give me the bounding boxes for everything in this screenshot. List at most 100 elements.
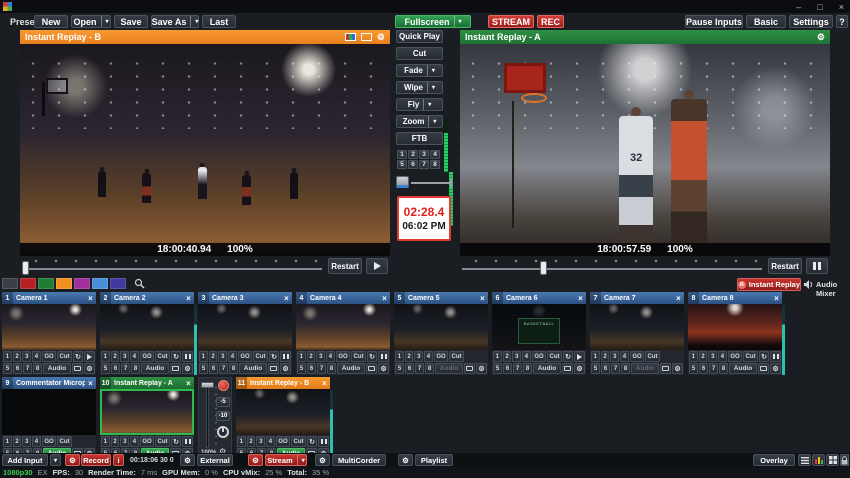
- close-icon[interactable]: ×: [575, 294, 586, 303]
- gear-icon[interactable]: ⚙: [378, 363, 389, 374]
- stinger-4[interactable]: 4: [430, 150, 440, 159]
- add-input-caret-button[interactable]: ▾: [50, 454, 61, 466]
- preset-2-button[interactable]: 2: [209, 351, 218, 362]
- cut-button[interactable]: Cut: [449, 351, 463, 362]
- caret-down-icon[interactable]: ▾: [297, 455, 305, 465]
- gear-icon[interactable]: ⚙: [817, 32, 825, 43]
- preset-4-button[interactable]: 4: [620, 351, 629, 362]
- fullscreen-monitor-icon[interactable]: [464, 363, 475, 374]
- cut-button[interactable]: Cut: [743, 351, 757, 362]
- input-tile-camera-2[interactable]: 2Camera 2× 1 2 3 4 GO Cut ↻ 5 6 7 8 Audi…: [100, 292, 194, 375]
- color-swatch[interactable]: [2, 278, 18, 289]
- cut-button[interactable]: Cut: [253, 351, 267, 362]
- preset-2-button[interactable]: 2: [307, 351, 316, 362]
- preset-3-button[interactable]: 3: [316, 351, 325, 362]
- input-tile-camera-5[interactable]: 5Camera 5× 1 2 3 4 GO Cut ↻ 5 6 7 8 Audi…: [394, 292, 488, 375]
- color-swatch[interactable]: [20, 278, 36, 289]
- loop-icon[interactable]: ↻: [171, 351, 182, 362]
- help-button[interactable]: ?: [836, 15, 848, 28]
- preset-6-button[interactable]: 6: [405, 363, 414, 374]
- basic-button[interactable]: Basic: [746, 15, 786, 28]
- overlay-button[interactable]: Overlay: [753, 454, 795, 466]
- preset-6-button[interactable]: 6: [601, 363, 610, 374]
- seek-handle[interactable]: [540, 261, 547, 275]
- cut-button[interactable]: Cut: [351, 351, 365, 362]
- input-title-bar[interactable]: 7Camera 7×: [590, 292, 684, 304]
- audio-mixer-label[interactable]: Audio Mixer: [816, 280, 850, 298]
- preset-1-button[interactable]: 1: [101, 351, 110, 362]
- preset-8-button[interactable]: 8: [131, 363, 140, 374]
- close-icon[interactable]: ×: [281, 294, 292, 303]
- cut-button[interactable]: Cut: [291, 436, 305, 447]
- fullscreen-monitor-icon[interactable]: [660, 363, 671, 374]
- loop-icon[interactable]: ↻: [171, 436, 182, 447]
- loop-icon[interactable]: ↻: [269, 351, 280, 362]
- go-button[interactable]: GO: [42, 436, 56, 447]
- play-pause-icon[interactable]: [770, 351, 781, 362]
- preset-5-button[interactable]: 5: [591, 363, 600, 374]
- preset-2-button[interactable]: 2: [111, 436, 120, 447]
- fader-track[interactable]: [206, 382, 209, 448]
- ftb-button[interactable]: FTB: [396, 132, 443, 145]
- preset-2-button[interactable]: 2: [111, 351, 120, 362]
- fullscreen-monitor-icon[interactable]: [562, 363, 573, 374]
- preset-2-button[interactable]: 2: [503, 351, 512, 362]
- preset-6-button[interactable]: 6: [209, 363, 218, 374]
- go-button[interactable]: GO: [728, 351, 742, 362]
- stream-button[interactable]: Stream▾: [265, 454, 307, 466]
- preset-1-button[interactable]: 1: [297, 351, 306, 362]
- preset-6-button[interactable]: 6: [13, 363, 22, 374]
- close-icon[interactable]: ×: [673, 294, 684, 303]
- cut-button[interactable]: Cut: [57, 351, 71, 362]
- preset-3-button[interactable]: 3: [414, 351, 423, 362]
- preset-2-button[interactable]: 2: [13, 351, 22, 362]
- gear-icon[interactable]: ⚙: [377, 32, 385, 43]
- cut-button[interactable]: Cut: [155, 436, 169, 447]
- preview-title-bar[interactable]: Instant Replay - B ⚙: [20, 30, 390, 44]
- close-icon[interactable]: ×: [85, 294, 96, 303]
- record-settings-gear-icon[interactable]: ⚙: [65, 454, 80, 466]
- gear-icon[interactable]: ⚙: [182, 363, 193, 374]
- preset-6-button[interactable]: 6: [699, 363, 708, 374]
- preset-6-button[interactable]: 6: [307, 363, 316, 374]
- color-swatch[interactable]: [74, 278, 90, 289]
- preview-seek-bar[interactable]: [22, 259, 322, 275]
- preset-4-button[interactable]: 4: [266, 436, 275, 447]
- record-button[interactable]: Record: [81, 454, 111, 466]
- preview-restart-button[interactable]: Restart: [328, 258, 362, 274]
- multicorder-settings-gear-icon[interactable]: ⚙: [315, 454, 330, 466]
- caret-down-icon[interactable]: ▾: [428, 116, 436, 127]
- preset-5-button[interactable]: 5: [3, 363, 12, 374]
- preset-1-button[interactable]: 1: [3, 351, 12, 362]
- lock-icon[interactable]: [840, 454, 849, 466]
- cut-button[interactable]: Cut: [396, 47, 443, 60]
- gear-icon[interactable]: ⚙: [770, 363, 781, 374]
- caret-down-icon[interactable]: ▾: [101, 16, 109, 27]
- preset-6-button[interactable]: 6: [111, 363, 120, 374]
- input-tile-camera-1[interactable]: 1Camera 1× 1 2 3 4 GO Cut ↻ 5 6 7 8 Audi…: [2, 292, 96, 375]
- input-tile-camera-3[interactable]: 3Camera 3× 1 2 3 4 GO Cut ↻ 5 6 7 8 Audi…: [198, 292, 292, 375]
- speaker-icon[interactable]: [804, 280, 814, 289]
- preset-1-button[interactable]: 1: [199, 351, 208, 362]
- preset-7-button[interactable]: 7: [415, 363, 424, 374]
- preset-4-button[interactable]: 4: [718, 351, 727, 362]
- input-tile-replay-b[interactable]: 11Instant Replay - B× 1 2 3 4 GO Cut ↻ 5…: [236, 377, 330, 460]
- minus10-db-button[interactable]: -10: [216, 411, 230, 421]
- input-thumbnail[interactable]: [100, 304, 194, 350]
- transition-tbar-handle[interactable]: [396, 176, 409, 188]
- fullscreen-monitor-icon[interactable]: [170, 363, 181, 374]
- stream-settings-gear-icon[interactable]: ⚙: [248, 454, 263, 466]
- preset-8-button[interactable]: 8: [621, 363, 630, 374]
- preset-1-button[interactable]: 1: [237, 436, 246, 447]
- audio-button[interactable]: Audio: [337, 363, 365, 374]
- play-pause-icon[interactable]: [182, 351, 193, 362]
- preset-8-button[interactable]: 8: [719, 363, 728, 374]
- program-seek-bar[interactable]: [462, 259, 762, 275]
- input-thumbnail[interactable]: [296, 304, 390, 350]
- program-pause-button[interactable]: [806, 258, 828, 274]
- input-thumbnail[interactable]: [2, 389, 96, 435]
- preset-8-button[interactable]: 8: [229, 363, 238, 374]
- color-swatch[interactable]: [38, 278, 54, 289]
- fly-button[interactable]: Fly▾: [396, 98, 443, 111]
- maximize-button[interactable]: □: [817, 2, 822, 12]
